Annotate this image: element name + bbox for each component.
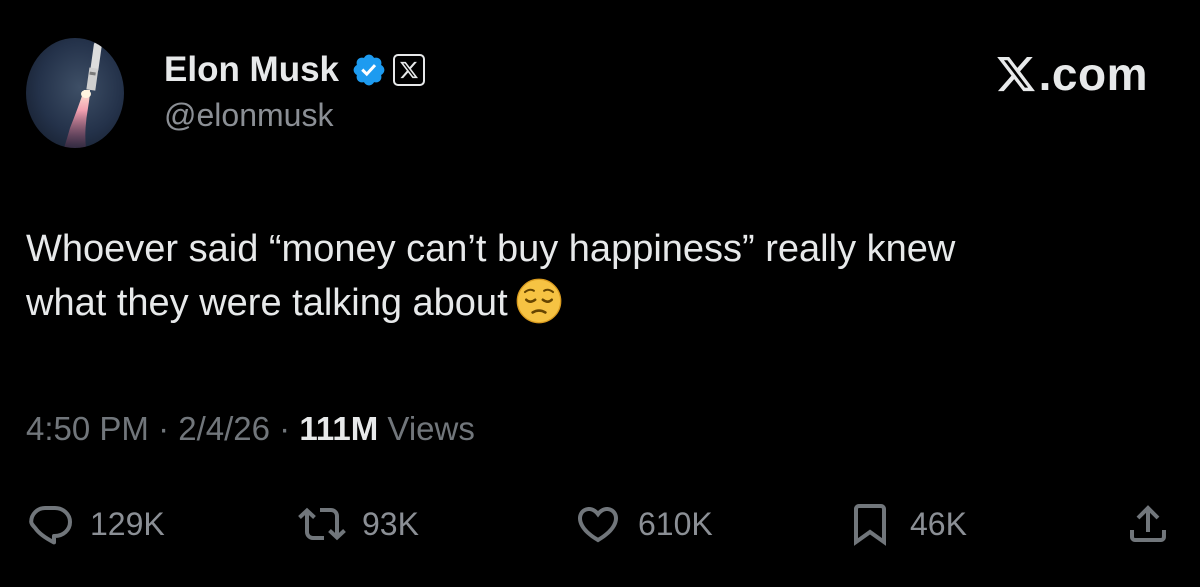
- brand-domain-text: .com: [1038, 48, 1148, 100]
- author-handle[interactable]: @elonmusk: [164, 97, 333, 134]
- avatar[interactable]: [26, 38, 124, 148]
- repost-button[interactable]: 93K: [298, 492, 419, 556]
- meta-separator: ·: [269, 410, 300, 447]
- x-logo-icon: [996, 56, 1035, 92]
- views-label: Views: [378, 410, 475, 447]
- repost-icon: [298, 507, 346, 541]
- reply-count: 129K: [90, 505, 165, 542]
- bookmark-count: 46K: [910, 505, 967, 542]
- author-row: Elon Musk: [164, 50, 426, 90]
- views-count[interactable]: 111M: [299, 410, 378, 447]
- tweet-text-line-2: what they were talking about: [26, 276, 1166, 330]
- reply-button[interactable]: 129K: [26, 492, 165, 556]
- bookmark-button[interactable]: 46K: [846, 492, 967, 556]
- tweet-actions: 129K 93K 610K 46K: [0, 492, 1200, 556]
- meta-separator: ·: [148, 410, 179, 447]
- tweet-time[interactable]: 4:50 PM: [26, 410, 149, 447]
- x-affiliate-badge[interactable]: [393, 54, 426, 86]
- heart-icon: [577, 507, 619, 543]
- repost-count: 93K: [362, 505, 419, 542]
- verified-badge-icon[interactable]: [351, 52, 387, 88]
- like-count: 610K: [638, 505, 713, 542]
- reply-icon: [29, 506, 72, 545]
- brand-logo: .com: [995, 46, 1148, 102]
- tweet-meta: 4:50 PM · 2/4/26 · 111M Views: [26, 410, 475, 448]
- tweet-date[interactable]: 2/4/26: [178, 410, 270, 447]
- pensive-face-icon: [516, 278, 561, 324]
- rocket-launch-avatar-image: [26, 38, 124, 148]
- x-logo-icon: [400, 61, 419, 79]
- share-icon: [1130, 505, 1166, 542]
- like-button[interactable]: 610K: [574, 492, 713, 556]
- author-name[interactable]: Elon Musk: [164, 50, 339, 90]
- tweet-text-line-2-text: what they were talking about: [26, 282, 508, 324]
- bookmark-icon: [854, 504, 886, 546]
- share-button[interactable]: [1124, 492, 1172, 556]
- tweet-text-line-1: Whoever said “money can’t buy happiness”…: [26, 228, 956, 270]
- tweet-text: Whoever said “money can’t buy happiness”…: [26, 222, 1166, 330]
